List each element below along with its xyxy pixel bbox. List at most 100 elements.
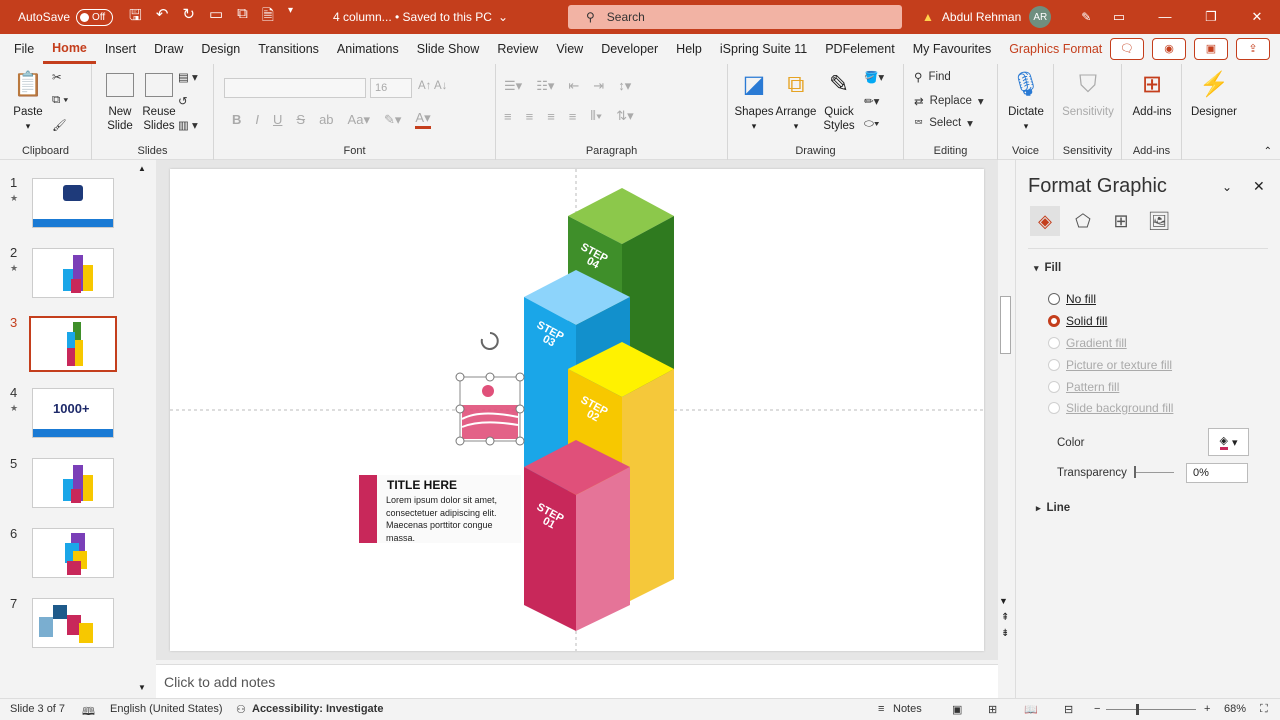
slideshow-icon[interactable]: ⊟ (1064, 703, 1073, 716)
tab-help[interactable]: Help (667, 34, 711, 64)
addins-button[interactable]: ⊞ Add-ins (1128, 68, 1176, 119)
arrange-button[interactable]: ⧉ Arrange ▾ (774, 68, 818, 133)
reset-icon[interactable]: ↺ (178, 94, 188, 108)
shape-outline-icon[interactable]: ✏▾ (864, 94, 879, 108)
slide-sorter-icon[interactable]: ⊞ (988, 703, 997, 716)
user-name[interactable]: Abdul Rehman (942, 10, 1021, 24)
columns-icon[interactable]: ⫴▾ (590, 108, 602, 124)
pane-close-icon[interactable]: ✕ (1253, 178, 1265, 195)
tab-design[interactable]: Design (192, 34, 249, 64)
pattern-fill-option[interactable]: Pattern fill (1048, 380, 1119, 394)
minimize-button[interactable]: — (1142, 0, 1188, 34)
highlight-icon[interactable]: ✎▾ (384, 112, 401, 128)
present-teams-button[interactable]: ▣ (1194, 38, 1228, 60)
font-color-icon[interactable]: A▾ (415, 110, 431, 129)
spellcheck-icon[interactable]: 🕮 (82, 703, 95, 720)
redo-icon[interactable]: ↻ (182, 5, 195, 30)
customize-qat-icon[interactable]: ▾ (288, 5, 293, 30)
effects-tab-icon[interactable]: ⬠ (1068, 206, 1098, 236)
slide-thumbnail-7[interactable] (32, 598, 114, 648)
zoom-slider[interactable] (1106, 709, 1196, 710)
decrease-indent-icon[interactable]: ⇤ (568, 78, 579, 94)
slide-thumbnail-5[interactable] (32, 458, 114, 508)
tab-ispring[interactable]: iSpring Suite 11 (711, 34, 816, 64)
transparency-input[interactable]: 0% (1186, 463, 1248, 483)
zoom-slider-thumb[interactable] (1136, 704, 1139, 715)
slide-thumbnail-3[interactable] (29, 316, 117, 372)
tab-animations[interactable]: Animations (328, 34, 408, 64)
notes-input[interactable]: Click to add notes (156, 664, 998, 698)
slide-canvas[interactable]: STEP 04 STEP 03 STEP 02 STEP 01 TITLE HE… (170, 169, 984, 651)
slide-background-fill-option[interactable]: Slide background fill (1048, 401, 1173, 415)
undo-icon[interactable]: ↶ (156, 5, 169, 30)
tab-insert[interactable]: Insert (96, 34, 145, 64)
scroll-down-icon[interactable]: ▼ (999, 596, 1008, 606)
transparency-slider[interactable] (1134, 472, 1174, 473)
font-size-combo[interactable]: 16 (370, 78, 412, 98)
no-fill-option[interactable]: No fill (1048, 292, 1096, 306)
find-button[interactable]: ⚲ Find (914, 70, 951, 84)
italic-icon[interactable]: I (255, 112, 259, 127)
maximize-button[interactable]: ❐ (1188, 0, 1234, 34)
pen-icon[interactable]: ✎ (1081, 10, 1091, 24)
zoom-in-icon[interactable]: + (1204, 703, 1210, 715)
tab-transitions[interactable]: Transitions (249, 34, 328, 64)
language-status[interactable]: English (United States) (110, 703, 223, 715)
zoom-level[interactable]: 68% (1224, 703, 1246, 715)
avatar[interactable]: AR (1029, 6, 1052, 28)
ribbon-display-icon[interactable]: ▭ (1096, 0, 1142, 34)
cut-icon[interactable]: ✂ (52, 70, 62, 84)
designer-button[interactable]: ⚡ Designer (1188, 68, 1240, 119)
autosave-toggle[interactable]: Off (76, 8, 114, 26)
tab-view[interactable]: View (547, 34, 592, 64)
slide-thumbnail-2[interactable] (32, 248, 114, 298)
document-name[interactable]: 4 column... • Saved to this PC ⌄ (333, 10, 508, 24)
slide-thumbnail-4[interactable]: 1000+ (32, 388, 114, 438)
align-right-icon[interactable]: ≡ (547, 109, 555, 124)
slide-scrollbar[interactable]: ▼ ⇞ ⇟ (998, 160, 1013, 660)
reuse-slides-button[interactable]: Reuse Slides (138, 68, 180, 133)
font-family-combo[interactable] (224, 78, 366, 98)
align-left-icon[interactable]: ≡ (504, 109, 512, 124)
picture-tab-icon[interactable]: 🖼 (1144, 206, 1174, 236)
search-input[interactable]: ⚲ Search (568, 5, 902, 29)
picture-fill-option[interactable]: Picture or texture fill (1048, 358, 1172, 372)
warning-icon[interactable]: ▲ (922, 10, 934, 24)
card-body[interactable]: Lorem ipsum dolor sit amet, consectetuer… (386, 494, 518, 544)
align-center-icon[interactable]: ≡ (526, 109, 534, 124)
shapes-button[interactable]: ◪ Shapes ▾ (734, 68, 774, 133)
tab-file[interactable]: File (5, 34, 43, 64)
change-case-icon[interactable]: Aa▾ (348, 112, 370, 128)
close-button[interactable]: ✕ (1234, 0, 1280, 34)
tab-my-favourites[interactable]: My Favourites (904, 34, 1001, 64)
gradient-fill-option[interactable]: Gradient fill (1048, 336, 1127, 350)
quick-styles-button[interactable]: ✎ Quick Styles (818, 68, 860, 133)
dictate-button[interactable]: 🎙 Dictate ▾ (1004, 68, 1048, 133)
select-button[interactable]: ⮹ Select ▾ (914, 116, 973, 131)
record-button[interactable]: ◉ (1152, 38, 1186, 60)
bullets-icon[interactable]: ☰▾ (504, 78, 522, 94)
scroll-thumb[interactable] (1000, 296, 1011, 354)
normal-view-icon[interactable]: ▣ (952, 703, 962, 716)
reading-view-icon[interactable]: 📖 (1024, 703, 1038, 716)
picture-icon[interactable]: ⧉ (237, 5, 248, 30)
char-spacing-icon[interactable]: ab (319, 112, 333, 127)
next-slide-icon[interactable]: ⇟ (1001, 628, 1009, 639)
bold-icon[interactable]: B (232, 112, 241, 127)
solid-fill-option[interactable]: Solid fill (1048, 314, 1107, 328)
comments-button[interactable]: 🗨 (1110, 38, 1144, 60)
tab-developer[interactable]: Developer (592, 34, 667, 64)
shape-fill-icon[interactable]: 🪣▾ (864, 70, 884, 84)
tab-draw[interactable]: Draw (145, 34, 192, 64)
present-icon[interactable]: ▭ (209, 5, 223, 30)
tab-graphics-format[interactable]: Graphics Format (1000, 34, 1111, 64)
pdf-icon[interactable]: 🗎 (262, 5, 274, 30)
notes-button[interactable]: Notes (893, 703, 922, 715)
line-spacing-icon[interactable]: ↕▾ (618, 78, 631, 94)
strikethrough-icon[interactable]: S (296, 112, 305, 127)
autosave[interactable]: AutoSave Off (18, 8, 114, 26)
copy-icon[interactable]: ⧉ ▾ (52, 94, 68, 107)
line-section-header[interactable]: ▸ Line (1036, 502, 1070, 514)
underline-icon[interactable]: U (273, 112, 282, 127)
zoom-out-icon[interactable]: − (1094, 703, 1100, 715)
